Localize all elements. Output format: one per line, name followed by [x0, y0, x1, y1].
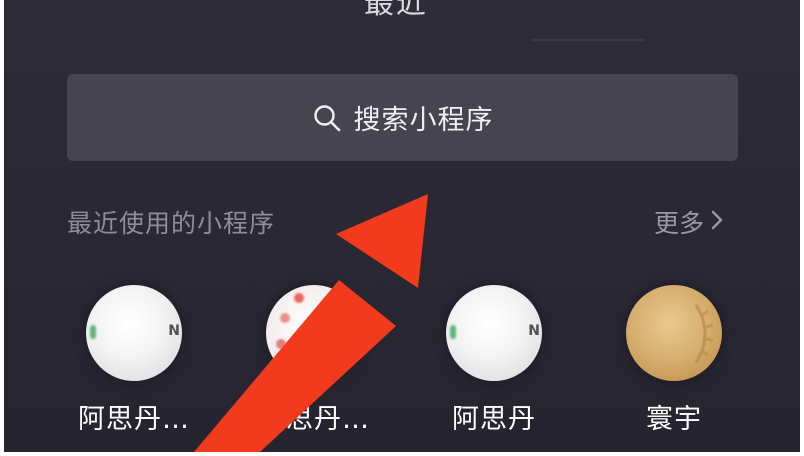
more-label: 更多	[654, 209, 705, 238]
chevron-right-icon	[710, 208, 724, 237]
app-name: 阿思丹…	[258, 404, 370, 435]
app-logo-icon	[266, 285, 362, 381]
app-logo-icon: N	[86, 285, 182, 381]
app-item[interactable]: N 阿思丹	[424, 285, 564, 436]
recent-section-title: 最近使用的小程序	[67, 209, 276, 238]
app-name: 阿思丹	[452, 404, 536, 435]
app-item[interactable]: 阿思丹…	[244, 285, 384, 436]
app-item[interactable]: 寰宇	[604, 285, 744, 436]
app-item[interactable]: N 阿思丹…	[64, 285, 204, 436]
header-divider	[532, 39, 644, 41]
app-name: 阿思丹…	[78, 404, 190, 435]
search-placeholder: 搜索小程序	[353, 105, 494, 136]
more-link[interactable]: 更多	[654, 204, 724, 240]
search-bar[interactable]: 搜索小程序	[67, 74, 738, 161]
page-title-partial: 最近	[364, 0, 428, 21]
search-icon	[312, 103, 342, 133]
app-logo-icon: N	[446, 285, 542, 381]
recent-apps-row: N 阿思丹… 阿思丹… N 阿思丹 寰宇	[4, 285, 800, 445]
app-name: 寰宇	[646, 404, 702, 435]
mini-program-screen: 最近 搜索小程序 最近使用的小程序 更多 N 阿思丹… 阿思丹… N 阿思丹 寰…	[4, 0, 800, 452]
app-logo-icon	[626, 285, 722, 381]
